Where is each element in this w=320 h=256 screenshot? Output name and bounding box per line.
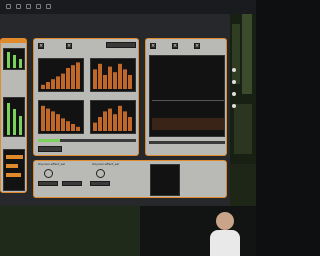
chart-bar [113,114,117,131]
left-meter-1 [3,48,25,70]
value-field-1[interactable] [38,181,58,186]
chart-bar [41,105,45,131]
chart-bar [51,111,55,131]
chart-bar [66,68,70,89]
band [152,118,224,130]
chart-bar [128,117,132,131]
toolbar-icon-5[interactable] [46,4,51,9]
top-bar [0,0,256,14]
chart-bar [123,111,127,131]
bottom-display [150,164,180,196]
bar-chart-1 [38,58,84,92]
value-field-2[interactable] [62,181,82,186]
chart-bar [46,82,50,89]
left-meter-2 [3,97,25,137]
left-meter-3 [3,149,25,191]
bottom-title-left: Oxyrain effect_sel [38,163,65,166]
knob-2[interactable] [96,169,105,178]
level-bar [6,173,21,177]
chart-bar [103,75,107,89]
chart-bar [103,111,107,131]
bar-chart-3 [38,100,84,134]
progress-fill [38,139,60,142]
chart-bar [123,69,127,89]
knob-1[interactable] [44,169,53,178]
meter-bar [19,116,22,135]
chart-bar [66,121,70,131]
close-button[interactable]: × [38,43,44,49]
meter-bar [7,103,10,135]
chart-bar [56,76,60,89]
chart-bar [61,73,65,89]
toolbar-icon-3[interactable] [26,4,31,9]
bottom-panel: Oxyrain effect_sel Oxyrain effect_sel [33,160,227,198]
right-progress-track [149,141,225,144]
left-panel [0,38,27,193]
toolbar-icon-4[interactable] [36,4,41,9]
sidebar-dot-icon[interactable] [232,92,236,96]
chart-bar [108,66,112,89]
right-sidebar [230,14,256,206]
chart-bar [46,108,50,131]
close-button-2[interactable]: × [66,43,72,49]
divider [152,100,224,101]
value-field-3[interactable] [90,181,110,186]
param-field[interactable] [106,42,136,48]
chart-bar [56,114,60,131]
chart-bar [93,69,97,89]
chart-bar [113,72,117,89]
video-left [0,206,140,256]
chart-bar [41,84,45,89]
bottom-title-right: Oxyrain effect_sel [92,163,119,166]
video-right [140,206,256,256]
sidebar-dot-icon[interactable] [232,68,236,72]
chart-bar [51,79,55,89]
status-field[interactable] [38,146,62,152]
left-panel-title [1,39,26,43]
chart-bar [71,124,75,131]
chart-bar [118,63,122,89]
chart-bar [108,108,112,131]
bar-chart-2 [90,58,136,92]
center-panel: × × [33,38,139,156]
chart-bar [128,75,132,89]
right-matrix [149,55,225,137]
toolbar-icon-1[interactable] [6,4,11,9]
person-head [216,212,234,230]
chart-bar [98,117,102,131]
bar-chart-4 [90,100,136,134]
chart-bar [71,65,75,89]
chart-bar [61,118,65,131]
close-button-4[interactable]: × [172,43,178,49]
chart-bar [76,62,80,89]
chart-bar [93,122,97,131]
close-button-5[interactable]: × [194,43,200,49]
person-body [210,230,240,256]
meter-bar [13,109,16,135]
meter-bar [19,59,22,68]
close-button-3[interactable]: × [150,43,156,49]
level-bar [6,155,23,159]
right-panel: × × × [145,38,227,156]
toolbar-icon-2[interactable] [16,4,21,9]
chart-bar [98,63,102,89]
chart-bar [118,105,122,131]
chart-bar [76,126,80,131]
meter-bar [7,52,10,68]
forest-image [230,14,256,206]
level-bar [6,164,18,168]
sidebar-dot-icon[interactable] [232,104,236,108]
sidebar-dot-icon[interactable] [232,80,236,84]
meter-bar [13,55,16,68]
